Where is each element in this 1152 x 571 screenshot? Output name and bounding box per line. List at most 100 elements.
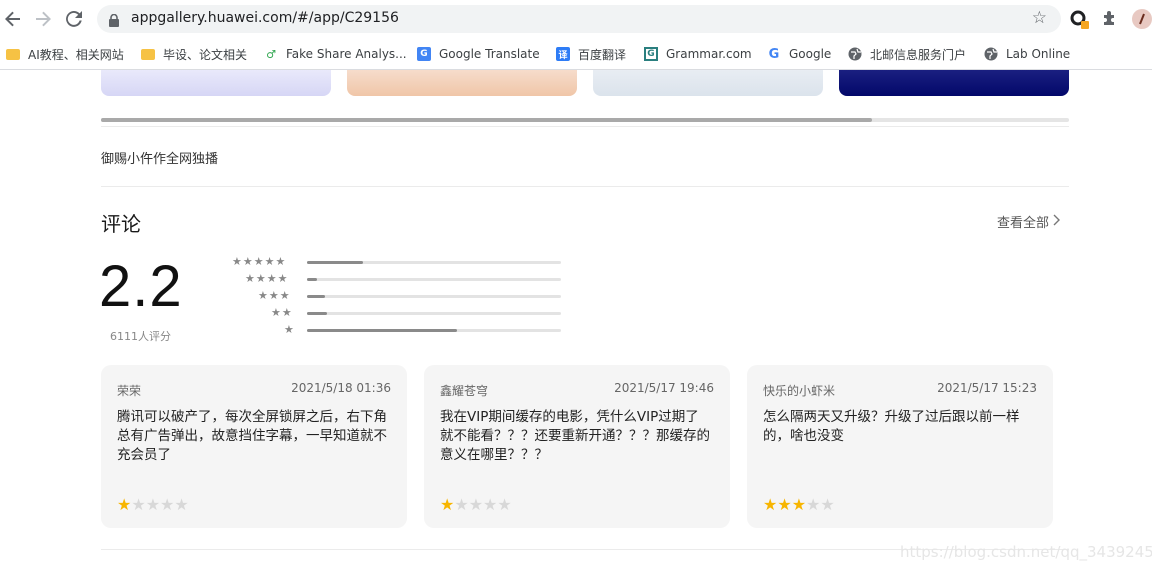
review-date: 2021/5/18 01:36: [291, 381, 391, 395]
review-user: 荣荣: [117, 384, 142, 398]
star-filled-icon: ★: [791, 495, 807, 514]
bookmark-fake-share[interactable]: ♂ Fake Share Analys...: [264, 44, 407, 64]
star-empty-icon: ★: [145, 495, 161, 514]
bookmark-lab-online[interactable]: Lab Online: [984, 44, 1070, 64]
bookmark-star-icon[interactable]: ☆: [1032, 8, 1047, 28]
extension-icon[interactable]: [1069, 8, 1091, 30]
bookmark-label: 百度翻译: [578, 47, 627, 62]
star-filled-icon: ★: [777, 495, 792, 514]
app-description: 御赐小仵作全网独播: [101, 152, 219, 167]
star-empty-icon: ★: [174, 495, 189, 514]
star-filled-icon: ★: [440, 495, 455, 514]
bookmark-label: AI教程、相关网站: [28, 47, 124, 62]
rating-stars-label: ★★★★★: [232, 255, 287, 268]
rating-bar-fill: [307, 295, 325, 298]
bookmark-label: Google Translate: [439, 47, 540, 61]
bookmark-label: Fake Share Analys...: [286, 47, 407, 61]
translate-icon: G: [417, 47, 431, 61]
rating-bar-fill: [307, 278, 318, 281]
puzzle-icon[interactable]: [1100, 8, 1122, 30]
average-rating: 2.2: [99, 254, 183, 319]
review-stars: ★★★★★: [763, 495, 835, 514]
review-stars: ★★★★★: [440, 495, 512, 514]
view-all-label: 查看全部: [997, 216, 1050, 231]
review-user: 快乐的小虾米: [763, 384, 836, 398]
reload-icon[interactable]: [63, 8, 85, 30]
bookmarks-bar: AI教程、相关网站 毕设、论文相关 ♂ Fake Share Analys...…: [0, 38, 1152, 70]
lock-icon: [109, 12, 119, 31]
gallery-scrollbar-thumb[interactable]: [101, 118, 872, 122]
url-text: appgallery.huawei.com/#/app/C29156: [131, 10, 399, 26]
rating-distribution-row: ★★★★★: [222, 255, 562, 270]
review-date: 2021/5/17 15:23: [937, 381, 1037, 395]
rating-distribution-row: ★★: [222, 306, 562, 321]
rating-distribution-row: ★: [222, 323, 562, 338]
review-card[interactable]: 荣荣 2021/5/18 01:36 腾讯可以破产了，每次全屏锁屏之后，右下角总…: [101, 365, 407, 528]
reviews-title: 评论: [101, 212, 141, 236]
browser-toolbar: appgallery.huawei.com/#/app/C29156 ☆: [0, 0, 1152, 38]
bookmark-thesis[interactable]: 毕设、论文相关: [141, 44, 247, 64]
rating-stars-label: ★: [284, 323, 295, 336]
baidu-translate-icon: 译: [556, 47, 570, 61]
review-text: 怎么隔两天又升级？升级了过后跟以前一样的，啥也没变: [763, 409, 1020, 444]
divider: [101, 126, 1069, 127]
bookmark-google[interactable]: G Google: [767, 44, 832, 64]
globe-icon: [848, 47, 862, 61]
star-empty-icon: ★: [160, 495, 175, 514]
address-bar[interactable]: appgallery.huawei.com/#/app/C29156 ☆: [97, 5, 1061, 33]
leaf-icon: ♂: [266, 47, 276, 61]
app-screenshot-2[interactable]: [347, 70, 577, 96]
rating-distribution-row: ★★★: [222, 289, 562, 304]
grammar-icon: G: [644, 47, 658, 61]
rating-bar-fill: [307, 261, 363, 264]
view-all-link[interactable]: 查看全部: [997, 212, 1061, 231]
globe-icon: [984, 47, 998, 61]
bookmark-grammar[interactable]: G Grammar.com: [644, 44, 752, 64]
star-filled-icon: ★: [117, 495, 132, 514]
rating-stars-label: ★★★★: [245, 272, 289, 285]
rating-bar: [307, 329, 561, 332]
rating-stars-label: ★★: [271, 306, 293, 319]
rating-bar: [307, 295, 561, 298]
bookmark-bupt-portal[interactable]: 北邮信息服务门户: [848, 44, 966, 64]
bookmark-label: Google: [789, 47, 832, 61]
chevron-right-icon: [1053, 214, 1061, 230]
review-text: 我在VIP期间缓存的电影，凭什么VIP过期了就不能看？？？还要重新开通？？？那缓…: [440, 409, 710, 463]
review-stars: ★★★★★: [117, 495, 189, 514]
gallery-scrollbar[interactable]: [101, 118, 1069, 122]
watermark: https://blog.csdn.net/qq_34392457: [900, 543, 1152, 561]
review-text: 腾讯可以破产了，每次全屏锁屏之后，右下角总有广告弹出，故意挡住字幕，一早知道就不…: [117, 409, 387, 463]
rating-bar: [307, 261, 561, 264]
star-empty-icon: ★: [454, 495, 469, 514]
star-filled-icon: ★: [763, 495, 778, 514]
star-empty-icon: ★: [468, 495, 484, 514]
profile-avatar-icon[interactable]: [1131, 8, 1152, 30]
rating-stars-label: ★★★: [258, 289, 291, 302]
star-empty-icon: ★: [497, 495, 512, 514]
bookmark-label: Lab Online: [1006, 47, 1071, 61]
review-date: 2021/5/17 19:46: [614, 381, 714, 395]
star-empty-icon: ★: [820, 495, 835, 514]
rating-bar-fill: [307, 312, 328, 315]
review-card[interactable]: 鑫耀苍穹 2021/5/17 19:46 我在VIP期间缓存的电影，凭什么VIP…: [424, 365, 730, 528]
rating-bar-fill: [307, 329, 457, 332]
review-user: 鑫耀苍穹: [440, 384, 489, 398]
bookmark-label: 毕设、论文相关: [163, 47, 248, 62]
folder-icon: [141, 47, 155, 61]
folder-icon: [6, 47, 20, 61]
star-empty-icon: ★: [806, 495, 821, 514]
review-card[interactable]: 快乐的小虾米 2021/5/17 15:23 怎么隔两天又升级？升级了过后跟以前…: [747, 365, 1053, 528]
star-empty-icon: ★: [131, 495, 146, 514]
star-empty-icon: ★: [483, 495, 498, 514]
bookmark-ai-tutorials[interactable]: AI教程、相关网站: [6, 44, 124, 64]
back-arrow-icon[interactable]: [2, 8, 24, 30]
bookmark-label: Grammar.com: [666, 47, 752, 61]
bookmark-google-translate[interactable]: G Google Translate: [417, 44, 540, 64]
app-screenshot-4[interactable]: [839, 70, 1069, 96]
app-screenshot-1[interactable]: [101, 70, 331, 96]
bookmark-label: 北邮信息服务门户: [870, 47, 967, 62]
bookmark-baidu-translate[interactable]: 译 百度翻译: [556, 44, 626, 64]
forward-arrow-icon[interactable]: [32, 8, 54, 30]
app-screenshot-3[interactable]: [593, 70, 823, 96]
rating-distribution-row: ★★★★: [222, 272, 562, 287]
